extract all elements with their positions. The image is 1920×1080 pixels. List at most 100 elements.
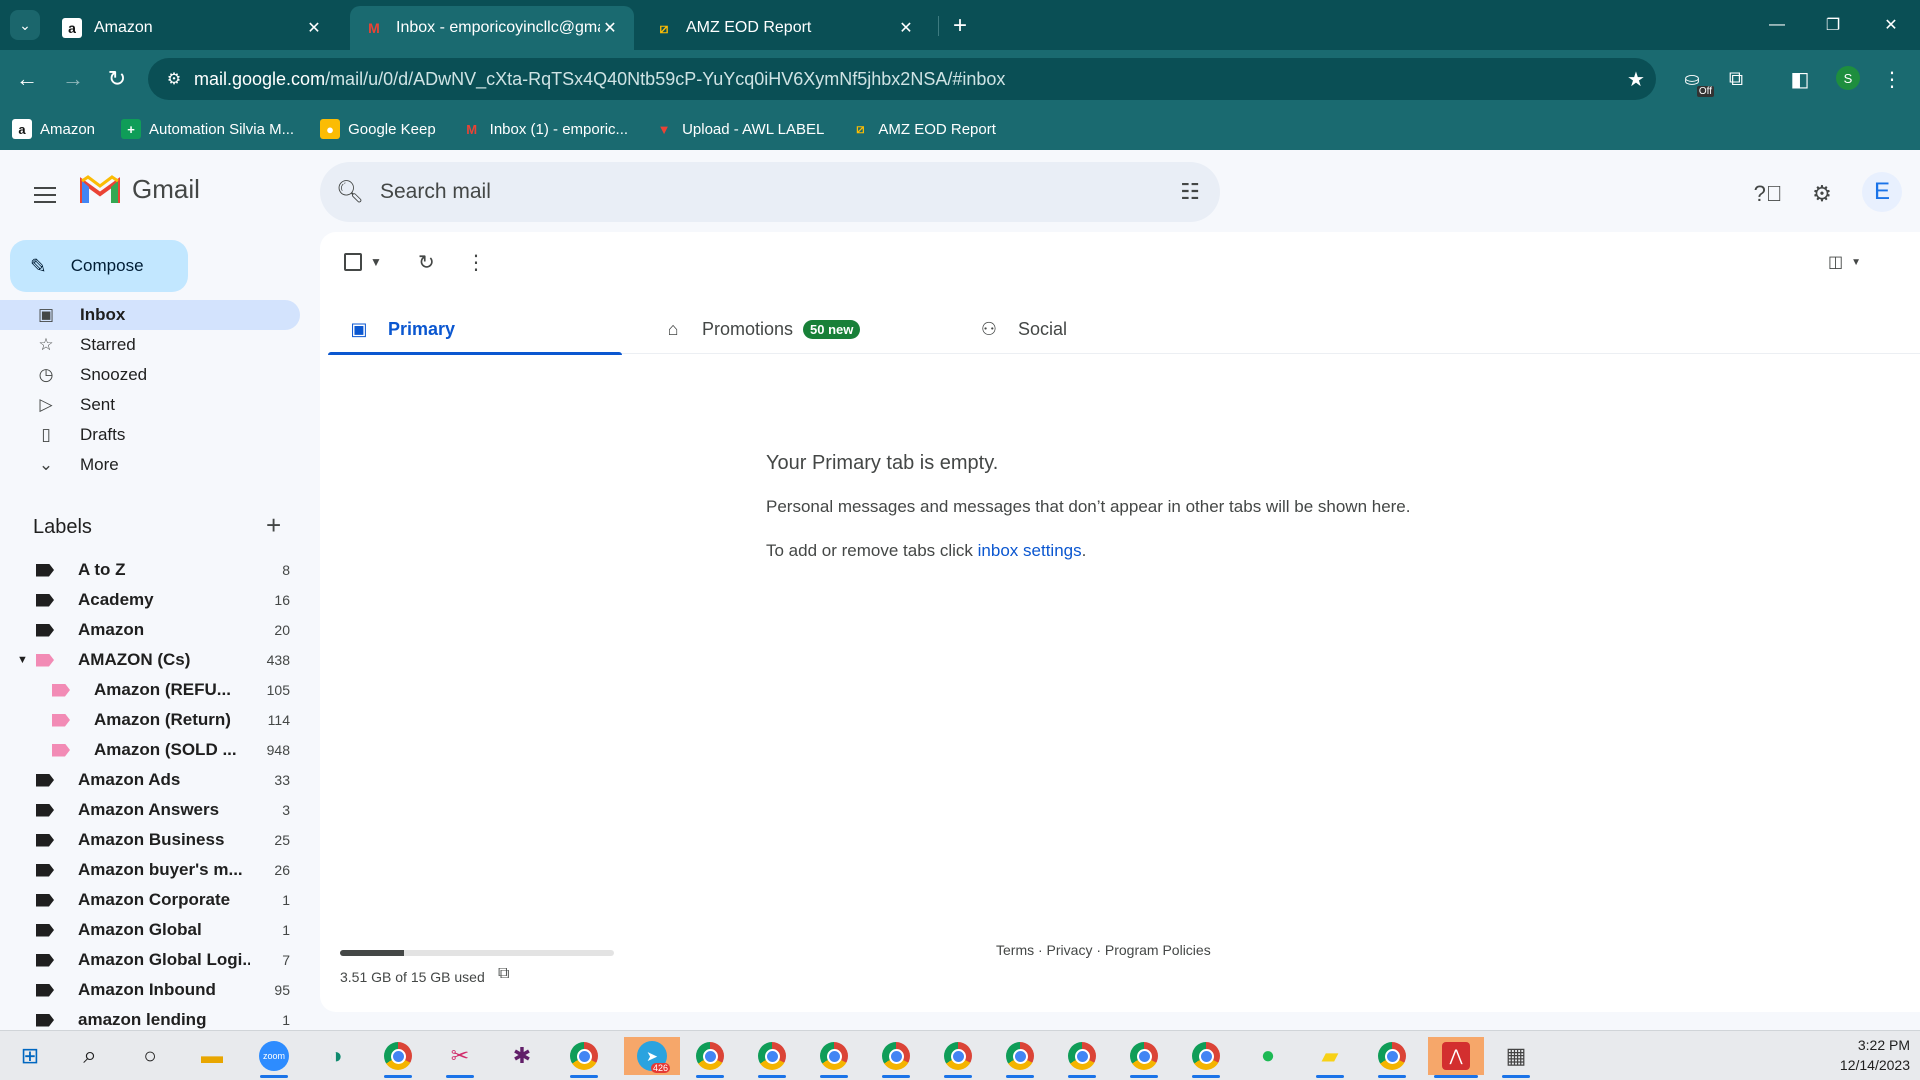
account-avatar[interactable]: E (1862, 172, 1902, 212)
bookmark-upload-awl[interactable]: ▼ Upload - AWL LABEL (654, 119, 825, 139)
address-bar[interactable]: ⚙ mail.google.com/mail/u/0/d/ADwNV_cXta-… (148, 58, 1656, 100)
file-explorer-icon[interactable]: ▬ (192, 1037, 232, 1075)
tab-social[interactable]: ⚇ Social (974, 304, 1067, 354)
telegram-icon[interactable]: ➤ 426 (624, 1037, 680, 1075)
gmail-logo[interactable]: Gmail (80, 174, 200, 205)
snipping-tool-icon[interactable]: ✂ (440, 1037, 480, 1078)
label-amazon-buyers[interactable]: Amazon buyer's m... 26 (0, 855, 300, 885)
system-clock[interactable]: 3:22 PM 12/14/2023 (1840, 1035, 1910, 1075)
label-amazon-sold[interactable]: Amazon (SOLD ... 948 (0, 735, 300, 765)
footer-links[interactable]: Terms · Privacy · Program Policies (996, 942, 1211, 958)
nav-snoozed[interactable]: ◷ Snoozed (0, 360, 300, 390)
label-amazon-return[interactable]: Amazon (Return) 114 (0, 705, 300, 735)
label-amazon-corporate[interactable]: Amazon Corporate 1 (0, 885, 300, 915)
label-amazon-global[interactable]: Amazon Global 1 (0, 915, 300, 945)
label-academy[interactable]: Academy 16 (0, 585, 300, 615)
split-pane-toggle-icon[interactable]: ◫ ▼ (1828, 248, 1861, 276)
extension-off-icon[interactable]: ⛀ Off (1676, 63, 1714, 97)
url-text[interactable]: mail.google.com/mail/u/0/d/ADwNV_cXta-Rq… (194, 69, 1616, 90)
browser-tab-eod-report[interactable]: ⧄ AMZ EOD Report ✕ (640, 6, 930, 50)
chrome-app-icon[interactable] (1372, 1037, 1412, 1078)
nav-drafts[interactable]: ▯ Drafts (0, 420, 300, 450)
bookmark-google-keep[interactable]: ● Google Keep (320, 119, 436, 139)
inbox-settings-link[interactable]: inbox settings (978, 541, 1082, 560)
new-tab-plus-icon[interactable]: + (946, 12, 974, 40)
bookmark-amazon[interactable]: a Amazon (12, 119, 95, 139)
tab-primary[interactable]: ▣ Primary (328, 304, 622, 355)
reload-icon[interactable]: ↻ (100, 62, 134, 96)
calculator-icon[interactable]: ▦ (1496, 1037, 1536, 1078)
chrome-app-icon[interactable] (1124, 1037, 1164, 1078)
windows-start-icon[interactable]: ⊞ (10, 1037, 50, 1075)
side-panel-icon[interactable]: ◧ (1784, 63, 1816, 95)
zoom-app-icon[interactable]: zoom (254, 1037, 294, 1078)
label-amazon-inbound[interactable]: Amazon Inbound 95 (0, 975, 300, 1005)
bookmark-automation[interactable]: + Automation Silvia M... (121, 119, 294, 139)
label-amazon-refund[interactable]: Amazon (REFU... 105 (0, 675, 300, 705)
chrome-app-icon[interactable] (1186, 1037, 1226, 1078)
tab-promotions[interactable]: ⌂ Promotions 50 new (658, 304, 861, 354)
chrome-app-icon[interactable] (876, 1037, 916, 1078)
chrome-app-icon[interactable] (1000, 1037, 1040, 1078)
label-a-to-z[interactable]: A to Z 8 (0, 555, 300, 585)
search-input[interactable]: Search mail (380, 180, 1160, 204)
label-amazon-business[interactable]: Amazon Business 25 (0, 825, 300, 855)
bookmark-star-icon[interactable]: ★ (1616, 67, 1656, 92)
select-all-checkbox[interactable]: ▼ (344, 248, 382, 276)
compose-button[interactable]: ✎ Compose (10, 240, 188, 292)
chrome-app-icon[interactable] (690, 1037, 730, 1078)
browser-tab-amazon[interactable]: a Amazon ✕ (48, 6, 338, 50)
edge-icon[interactable]: ◑ (316, 1037, 356, 1075)
sticky-notes-icon[interactable]: ▰ (1310, 1037, 1350, 1078)
site-info-icon[interactable]: ⚙ (154, 69, 194, 89)
search-options-icon[interactable]: ☷ (1160, 179, 1220, 205)
chrome-app-icon[interactable] (814, 1037, 854, 1078)
chrome-app-icon[interactable] (1062, 1037, 1102, 1078)
close-icon[interactable]: ✕ (896, 18, 916, 38)
main-menu-icon[interactable] (28, 178, 62, 212)
browser-tab-gmail[interactable]: M Inbox - emporicoyincllc@gmail. ✕ (350, 6, 634, 50)
window-close-icon[interactable]: ✕ (1876, 10, 1906, 40)
chrome-app-icon[interactable] (752, 1037, 792, 1078)
add-label-plus-icon[interactable]: + (266, 510, 281, 541)
nav-more[interactable]: ⌄ More (0, 450, 300, 480)
bookmark-inbox[interactable]: M Inbox (1) - emporic... (462, 119, 628, 139)
back-arrow-icon[interactable]: ← (10, 62, 44, 96)
bookmark-eod-report[interactable]: ⧄ AMZ EOD Report (850, 119, 996, 139)
spotify-icon[interactable]: ● (1248, 1037, 1288, 1075)
close-icon[interactable]: ✕ (600, 18, 620, 38)
acrobat-icon[interactable]: ⋀ (1428, 1037, 1484, 1078)
minimize-icon[interactable]: — (1762, 10, 1792, 40)
forward-arrow-icon[interactable]: → (56, 62, 90, 96)
label-amazon-ads[interactable]: Amazon Ads 33 (0, 765, 300, 795)
slack-icon[interactable]: ✱ (502, 1037, 542, 1075)
label-amazon-cs[interactable]: ▼ AMAZON (Cs) 438 (0, 645, 300, 675)
label-amazon-global-logistics[interactable]: Amazon Global Logi... 7 (0, 945, 300, 975)
profile-avatar[interactable]: S (1836, 66, 1860, 90)
search-icon[interactable]: ⌕ (70, 1037, 110, 1075)
search-bar[interactable]: 🔍︎ Search mail ☷ (320, 162, 1220, 222)
label-tag-icon (36, 863, 54, 877)
label-amazon-answers[interactable]: Amazon Answers 3 (0, 795, 300, 825)
chrome-app-icon[interactable] (938, 1037, 978, 1078)
help-icon[interactable]: ?⃝ (1748, 174, 1788, 214)
label-amazon[interactable]: Amazon 20 (0, 615, 300, 645)
chrome-app-icon[interactable] (378, 1037, 418, 1078)
more-options-icon[interactable]: ⋮ (466, 248, 486, 276)
chrome-app-icon[interactable] (564, 1037, 604, 1078)
expand-caret-icon[interactable]: ▼ (17, 654, 28, 666)
browser-menu-icon[interactable]: ⋮ (1876, 63, 1908, 95)
nav-label: Starred (80, 335, 136, 354)
extensions-puzzle-icon[interactable]: ⧉ (1720, 63, 1752, 95)
cortana-circle-icon[interactable]: ○ (130, 1037, 170, 1075)
restore-icon[interactable]: ❐ (1818, 10, 1848, 40)
close-icon[interactable]: ✕ (304, 18, 324, 38)
settings-gear-icon[interactable]: ⚙ (1802, 174, 1842, 214)
nav-starred[interactable]: ☆ Starred (0, 330, 300, 360)
nav-sent[interactable]: ▷ Sent (0, 390, 300, 420)
open-external-icon[interactable]: ⧉ (498, 965, 509, 983)
tab-search-chevron-icon[interactable]: ⌄ (10, 10, 40, 40)
nav-inbox[interactable]: ▣ Inbox (0, 300, 300, 330)
refresh-icon[interactable]: ↻ (418, 248, 435, 276)
search-icon[interactable]: 🔍︎ (320, 179, 380, 205)
